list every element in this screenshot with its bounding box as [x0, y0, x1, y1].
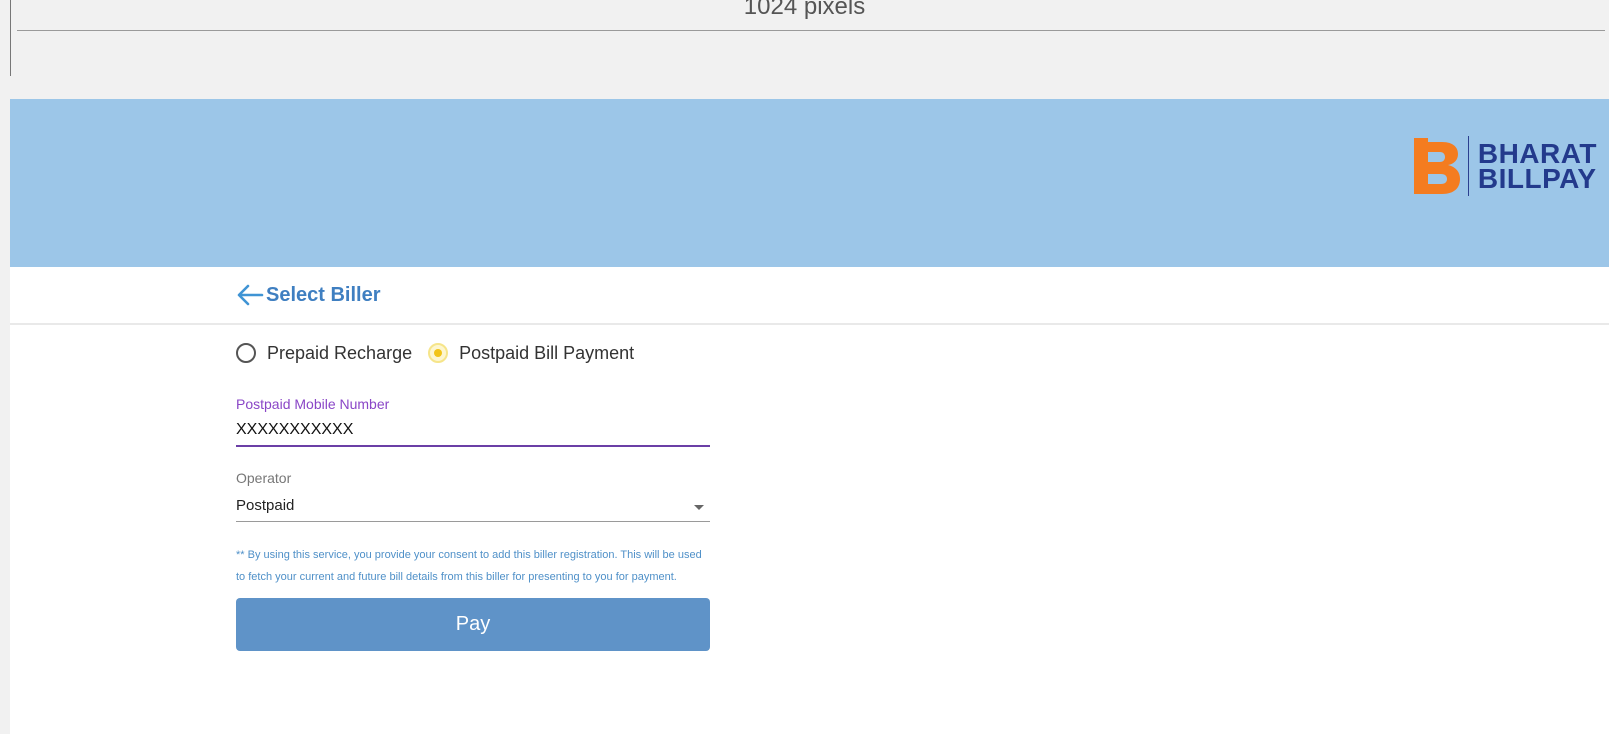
arrow-left-icon[interactable] — [236, 283, 264, 307]
mobile-number-input[interactable]: XXXXXXXXXXX — [236, 419, 710, 445]
bharat-billpay-mark-icon — [1413, 138, 1460, 194]
radio-label: Prepaid Recharge — [267, 342, 413, 363]
mobile-number-label: Postpaid Mobile Number — [236, 396, 390, 412]
pay-button[interactable]: Pay — [236, 598, 710, 651]
page-title-row: Select Biller — [236, 275, 381, 315]
logo-text-line2: BILLPAY — [1477, 163, 1597, 194]
consent-text: ** By using this service, you provide yo… — [236, 549, 702, 583]
operator-underline — [236, 521, 710, 522]
radio-selected-icon[interactable] — [428, 343, 449, 363]
logo-divider — [1467, 136, 1469, 196]
radio-prepaid-recharge[interactable]: Prepaid Recharge — [236, 343, 412, 364]
operator-select[interactable]: Operator Postpaid — [236, 469, 710, 522]
chevron-down-icon[interactable] — [694, 505, 704, 510]
operator-label: Operator — [236, 470, 292, 486]
operator-value[interactable]: Postpaid — [236, 495, 710, 521]
mobile-number-underline — [236, 445, 710, 447]
header-banner: BHARAT BILLPAY — [10, 99, 1609, 267]
dimension-tick — [10, 0, 11, 76]
radio-unselected-icon[interactable] — [236, 343, 256, 363]
radio-postpaid-bill-payment[interactable]: Postpaid Bill Payment — [428, 343, 634, 364]
logo-text: BHARAT BILLPAY — [1477, 140, 1597, 194]
bharat-billpay-logo: BHARAT BILLPAY — [1413, 135, 1597, 197]
dimension-caption: 1024 pixels — [743, 0, 866, 20]
header-divider — [10, 323, 1609, 325]
dimension-line — [17, 30, 1605, 31]
page-title: Select Biller — [266, 283, 381, 306]
radio-label: Postpaid Bill Payment — [459, 342, 635, 363]
mobile-number-field[interactable]: Postpaid Mobile Number XXXXXXXXXXX — [236, 395, 710, 447]
page-content: BHARAT BILLPAY Select Biller Prepaid Rec… — [10, 99, 1609, 734]
biller-form: Prepaid Recharge Postpaid Bill Payment P… — [236, 331, 710, 651]
payment-type-radio-group: Prepaid Recharge Postpaid Bill Payment — [236, 331, 710, 375]
